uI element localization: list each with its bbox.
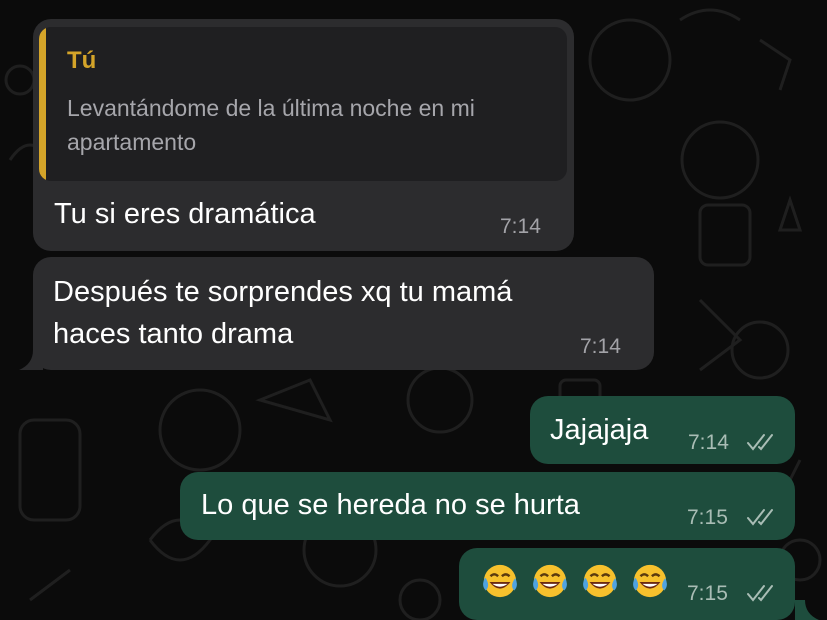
read-receipt-double-check-icon [747, 509, 773, 526]
message-bubble-outgoing[interactable]: Jajajaja 7:14 [530, 396, 795, 464]
face-with-tears-of-joy-icon [483, 564, 517, 598]
message-bubble-outgoing[interactable]: 7:15 [459, 548, 795, 620]
message-text: Lo que se hereda no se hurta [201, 489, 580, 521]
face-with-tears-of-joy-icon [533, 564, 567, 598]
emoji-row [481, 562, 681, 602]
message-time: 7:14 [500, 215, 541, 238]
read-receipt-double-check-icon [747, 434, 773, 451]
reply-accent-bar [39, 27, 46, 181]
message-text-line: Después te sorprendes xq tu mamá [53, 276, 513, 308]
message-text-line: haces tanto drama [53, 318, 294, 350]
reply-text: Levantándome de la última noche en mi ap… [67, 95, 475, 155]
bubble-tail-outgoing [795, 600, 819, 620]
message-time: 7:14 [580, 335, 621, 358]
message-time: 7:15 [687, 506, 728, 529]
bubble-tail-incoming [19, 350, 43, 370]
reply-quote[interactable]: Tú Levantándome de la última noche en mi… [39, 27, 567, 181]
message-time: 7:14 [688, 431, 729, 454]
message-text: Jajajaja [550, 414, 649, 446]
read-receipt-double-check-icon [747, 585, 773, 602]
face-with-tears-of-joy-icon [633, 564, 667, 598]
reply-author: Tú [67, 47, 97, 74]
message-text: Tu si eres dramática [54, 198, 316, 230]
message-bubble-outgoing[interactable]: Lo que se hereda no se hurta 7:15 [180, 472, 795, 540]
message-bubble-incoming[interactable]: Tú Levantándome de la última noche en mi… [33, 19, 574, 251]
message-bubble-incoming[interactable]: Después te sorprendes xq tu mamá haces t… [33, 257, 654, 370]
face-with-tears-of-joy-icon [583, 564, 617, 598]
message-time: 7:15 [687, 582, 728, 605]
